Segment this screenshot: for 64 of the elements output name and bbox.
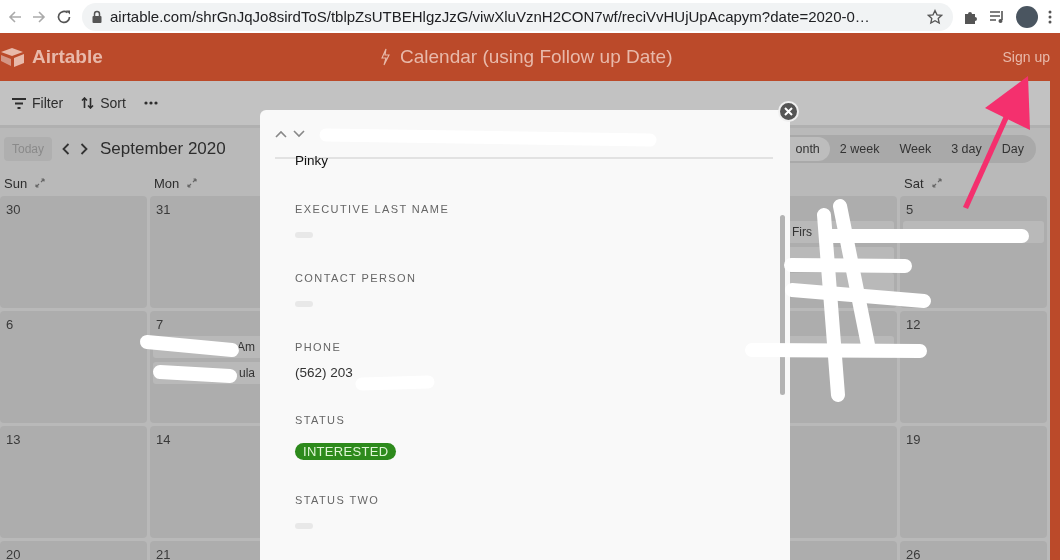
status-tag: INTERESTED bbox=[295, 443, 397, 460]
day-number: 19 bbox=[905, 432, 922, 447]
up-icon[interactable] bbox=[275, 129, 287, 138]
filter-button[interactable]: Filter bbox=[12, 95, 64, 111]
day-cell[interactable]: 26 bbox=[900, 541, 1047, 560]
field-label: STATUS TWO bbox=[295, 494, 381, 506]
day-number: 14 bbox=[155, 432, 172, 447]
day-cell[interactable]: 30 bbox=[0, 196, 147, 308]
back-icon[interactable] bbox=[8, 9, 22, 24]
day-number: 6 bbox=[5, 317, 15, 332]
day-number: 30 bbox=[5, 202, 22, 217]
sort-button[interactable]: Sort bbox=[81, 95, 126, 111]
close-icon bbox=[784, 107, 793, 116]
weekday-label: Mon bbox=[154, 175, 180, 191]
filter-icon bbox=[12, 97, 26, 109]
day-cell[interactable]: 12 bbox=[900, 311, 1047, 423]
forward-icon[interactable] bbox=[32, 9, 46, 24]
day-number: 31 bbox=[155, 202, 172, 217]
day-number: 12 bbox=[905, 317, 922, 332]
expand-icon[interactable] bbox=[187, 178, 198, 188]
view-tab[interactable]: 2 week bbox=[829, 137, 890, 161]
logo-text: Airtable bbox=[32, 46, 103, 68]
day-cell[interactable]: 19 bbox=[900, 426, 1047, 538]
day-cell[interactable]: 20 bbox=[0, 541, 147, 560]
day-number: 21 bbox=[155, 547, 172, 560]
star-icon[interactable] bbox=[927, 8, 943, 25]
view-tab[interactable]: Week bbox=[889, 137, 942, 161]
field-label: STATUS bbox=[295, 414, 347, 426]
more-icon bbox=[143, 101, 158, 105]
field-label: EXECUTIVE LAST NAME bbox=[295, 203, 451, 215]
field-label: CONTACT PERSON bbox=[295, 272, 418, 284]
avatar[interactable] bbox=[1016, 5, 1038, 28]
previous-icon[interactable] bbox=[62, 143, 71, 155]
next-icon[interactable] bbox=[80, 143, 89, 155]
field-value: (562) 203 bbox=[295, 365, 354, 380]
lightning-icon bbox=[380, 48, 390, 66]
sort-icon bbox=[81, 97, 95, 109]
weekday-label: Sat bbox=[904, 175, 924, 191]
month-title: September 2020 bbox=[100, 139, 226, 159]
reload-icon[interactable] bbox=[56, 8, 72, 25]
address-bar[interactable]: airtable.com/shrGnJqJo8sirdToS/tblpZsUTBEHlgzJzG/viwXluVznH2CON7wf/reciVvHUjUpAcapym?date=2020-0… bbox=[82, 2, 953, 31]
day-number: 5 bbox=[905, 202, 915, 217]
more-button[interactable] bbox=[143, 101, 158, 105]
view-title: Calendar (using Follow up Date) bbox=[400, 46, 673, 68]
day-cell[interactable]: 13 bbox=[0, 426, 147, 538]
field-value: Pinky bbox=[295, 153, 329, 169]
field-label: PHONE bbox=[295, 341, 343, 353]
view-tab[interactable]: 3 day bbox=[941, 137, 992, 161]
day-cell[interactable]: 6 bbox=[0, 311, 147, 423]
day-number: 26 bbox=[905, 547, 922, 560]
day-number: 13 bbox=[5, 432, 22, 447]
weekday-label: Sun bbox=[4, 175, 28, 191]
down-icon[interactable] bbox=[293, 129, 305, 138]
menu-icon[interactable] bbox=[1048, 9, 1052, 24]
expand-icon[interactable] bbox=[931, 178, 942, 188]
sign-up-link[interactable]: Sign up bbox=[1002, 49, 1050, 65]
lock-icon bbox=[92, 10, 102, 23]
view-tab[interactable]: Day bbox=[991, 137, 1034, 161]
logo-icon bbox=[0, 47, 26, 67]
playlist-icon[interactable] bbox=[989, 9, 1006, 24]
expand-icon[interactable] bbox=[35, 178, 46, 188]
day-number: 20 bbox=[5, 547, 22, 560]
scrollbar[interactable] bbox=[780, 215, 785, 395]
day-number: 7 bbox=[155, 317, 165, 332]
